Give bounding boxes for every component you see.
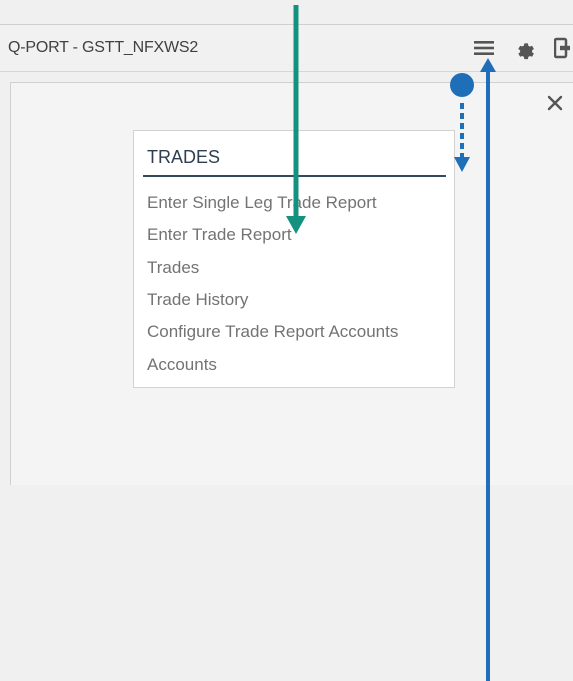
menu-item-enter-trade-report[interactable]: Enter Trade Report <box>147 225 292 245</box>
menu-item-accounts[interactable]: Accounts <box>147 355 217 375</box>
menu-icon[interactable] <box>474 39 494 62</box>
menu-divider <box>143 175 446 177</box>
menu-item-configure-trade-report-accounts[interactable]: Configure Trade Report Accounts <box>147 322 398 342</box>
menu-item-trades[interactable]: Trades <box>147 258 199 278</box>
sign-out-icon[interactable] <box>553 37 573 64</box>
menu-item-enter-single-leg-trade-report[interactable]: Enter Single Leg Trade Report <box>147 193 377 213</box>
menu-heading: TRADES <box>147 147 221 167</box>
app-title: Q-PORT - GSTT_NFXWS2 <box>8 39 199 56</box>
trades-menu: TRADES Enter Single Leg Trade Report Ent… <box>133 130 455 388</box>
top-bar: Q-PORT - GSTT_NFXWS2 <box>0 24 573 72</box>
close-icon[interactable] <box>545 93 565 118</box>
menu-item-trade-history[interactable]: Trade History <box>147 290 248 310</box>
gear-icon[interactable] <box>513 38 535 65</box>
